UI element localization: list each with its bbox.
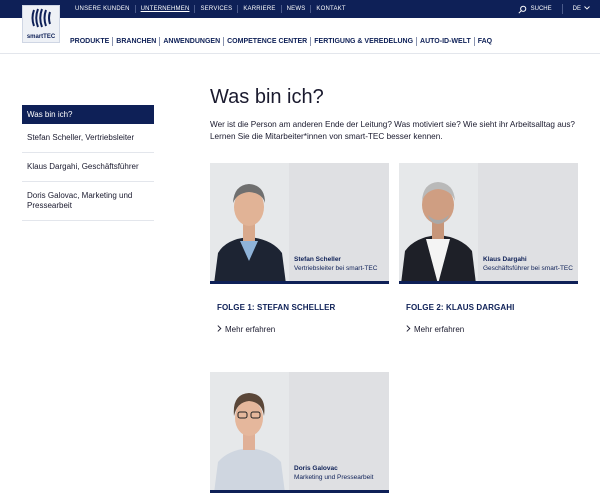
mainnav-item-fertigung[interactable]: FERTIGUNG & VEREDELUNG xyxy=(311,36,418,46)
card-episode-title[interactable]: FOLGE 2: KLAUS DARGAHI xyxy=(406,303,514,312)
sidebar-item-was-bin-ich[interactable]: Was bin ich? xyxy=(22,105,154,124)
mainnav-item-auto-id-welt[interactable]: AUTO-ID-WELT xyxy=(417,36,475,46)
chevron-down-icon xyxy=(584,6,590,12)
card-accent-bar xyxy=(399,281,578,284)
top-navigation: UNSERE KUNDEN UNTERNEHMEN SERVICES KARRI… xyxy=(70,0,351,18)
card-accent-bar xyxy=(210,281,389,284)
topnav-item-karriere[interactable]: KARRIERE xyxy=(238,5,282,13)
chevron-right-icon xyxy=(217,325,222,334)
card-accent-bar xyxy=(210,490,389,493)
topnav-item-unternehmen[interactable]: UNTERNEHMEN xyxy=(136,5,196,13)
main-navigation: PRODUKTE BRANCHEN ANWENDUNGEN COMPETENCE… xyxy=(70,34,495,48)
card-person-name: Klaus Dargahi xyxy=(483,256,527,263)
search-button[interactable]: SUCHE xyxy=(518,4,563,14)
portrait-photo xyxy=(210,163,289,284)
sidebar-item-klaus-dargahi[interactable]: Klaus Dargahi, Geschäftsführer xyxy=(22,153,154,182)
card-image: Stefan Scheller Vertriebsleiter bei smar… xyxy=(210,163,389,284)
card-person-name: Doris Galovac xyxy=(294,465,338,472)
mainnav-item-competence-center[interactable]: COMPETENCE CENTER xyxy=(224,36,312,46)
sidebar-item-doris-galovac[interactable]: Doris Galovac, Marketing und Pressearbei… xyxy=(22,182,154,221)
portrait-photo xyxy=(399,163,478,284)
chevron-right-icon xyxy=(406,325,411,334)
card-image: Doris Galovac Marketing und Pressearbeit xyxy=(210,372,389,493)
sidebar-item-stefan-scheller[interactable]: Stefan Scheller, Vertriebsleiter xyxy=(22,124,154,153)
intro-text: Wer ist die Person am anderen Ende der L… xyxy=(210,120,575,141)
card-image: Klaus Dargahi Geschäftsführer bei smart-… xyxy=(399,163,578,284)
search-label: SUCHE xyxy=(530,6,552,12)
mainnav-item-anwendungen[interactable]: ANWENDUNGEN xyxy=(160,36,225,46)
language-label: DE xyxy=(572,6,581,12)
person-card-klaus[interactable]: Klaus Dargahi Geschäftsführer bei smart-… xyxy=(399,163,578,343)
page-title: Was bin ich? xyxy=(210,86,324,108)
card-person-role: Vertriebsleiter bei smart-TEC xyxy=(294,265,378,272)
sidebar: Was bin ich? Stefan Scheller, Vertriebsl… xyxy=(22,105,154,221)
portrait-photo xyxy=(210,372,289,493)
person-card-stefan[interactable]: Stefan Scheller Vertriebsleiter bei smar… xyxy=(210,163,389,343)
top-right-tools: SUCHE DE xyxy=(518,0,590,18)
logo[interactable]: smartTEC xyxy=(22,5,60,43)
person-card-doris[interactable]: Doris Galovac Marketing und Pressearbeit xyxy=(210,372,389,493)
search-icon xyxy=(518,5,527,14)
more-link[interactable]: Mehr erfahren xyxy=(406,325,464,334)
mainnav-item-faq[interactable]: FAQ xyxy=(475,37,495,46)
more-link-label: Mehr erfahren xyxy=(414,325,465,334)
logo-mark-icon xyxy=(30,8,52,33)
topnav-item-unsere-kunden[interactable]: UNSERE KUNDEN xyxy=(70,5,136,13)
card-person-role: Marketing und Pressearbeit xyxy=(294,474,374,481)
mainnav-item-produkte[interactable]: PRODUKTE xyxy=(70,36,114,46)
logo-text: smartTEC xyxy=(26,34,56,40)
topnav-item-services[interactable]: SERVICES xyxy=(195,5,239,13)
header-divider xyxy=(0,53,600,54)
card-person-role: Geschäftsführer bei smart-TEC xyxy=(483,265,573,272)
card-person-name: Stefan Scheller xyxy=(294,256,341,263)
topnav-item-news[interactable]: NEWS xyxy=(282,5,312,13)
more-link-label: Mehr erfahren xyxy=(225,325,276,334)
topnav-item-kontakt[interactable]: KONTAKT xyxy=(311,5,350,13)
more-link[interactable]: Mehr erfahren xyxy=(217,325,275,334)
card-episode-title[interactable]: FOLGE 1: STEFAN SCHELLER xyxy=(217,303,335,312)
language-selector[interactable]: DE xyxy=(573,6,590,12)
mainnav-item-branchen[interactable]: BRANCHEN xyxy=(113,36,161,46)
